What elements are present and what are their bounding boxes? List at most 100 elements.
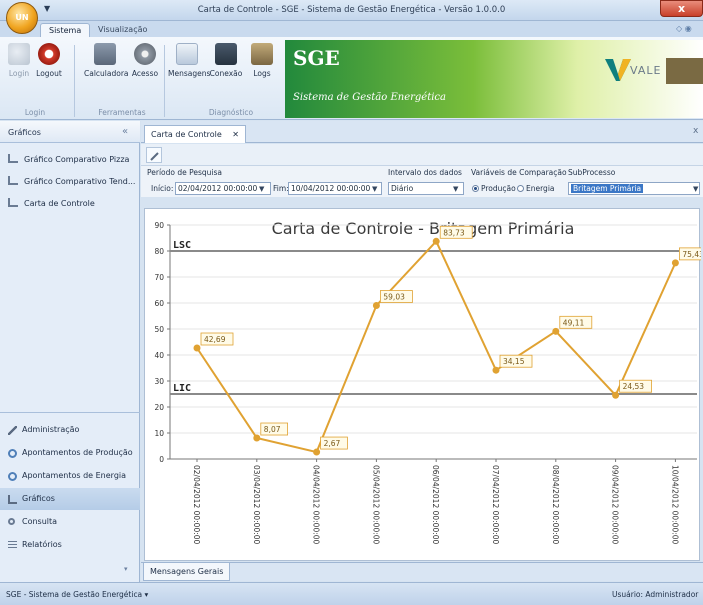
inicio-date-value: 02/04/2012 00:00:00 xyxy=(178,184,258,193)
refresh-icon xyxy=(8,449,17,458)
tab-visualizacao[interactable]: Visualização xyxy=(90,23,155,37)
nav-label: Consulta xyxy=(22,517,58,526)
data-point xyxy=(612,391,620,399)
database-icon xyxy=(251,43,273,65)
data-point xyxy=(552,327,560,335)
x-tick-label: 04/04/2012 00:00:00 xyxy=(312,465,321,545)
data-label: 24,53 xyxy=(623,382,645,391)
nav-administracao[interactable]: Administração xyxy=(0,419,140,441)
app-menu-button[interactable]: UN xyxy=(6,2,38,34)
chart-icon xyxy=(8,495,17,504)
nav-consulta[interactable]: Consulta xyxy=(0,511,140,533)
data-label: 34,15 xyxy=(503,357,525,366)
inicio-dropdown-icon[interactable]: ▼ xyxy=(259,185,264,193)
menu-item-carta-controle[interactable]: Carta de Controle xyxy=(8,195,95,213)
y-tick-label: 30 xyxy=(154,377,164,386)
vale-logo-icon xyxy=(605,59,631,81)
x-tick-label: 08/04/2012 00:00:00 xyxy=(551,465,560,545)
menu-item-grafico-tendencia[interactable]: Gráfico Comparativo Tend... xyxy=(8,173,135,191)
app-orb-label: UN xyxy=(15,13,29,22)
edit-pen-icon[interactable] xyxy=(146,147,162,163)
fim-dropdown-icon[interactable]: ▼ xyxy=(372,185,377,193)
intervalo-dropdown-icon[interactable]: ▼ xyxy=(453,185,458,193)
tab-label: Carta de Controle xyxy=(151,130,222,139)
logout-label: Logout xyxy=(36,69,62,78)
x-tick-label: 06/04/2012 00:00:00 xyxy=(431,465,440,545)
inicio-date-input[interactable]: 02/04/2012 00:00:00 xyxy=(175,182,271,195)
y-tick-label: 70 xyxy=(154,273,164,282)
calculadora-label: Calculadora xyxy=(84,69,129,78)
group-label-login: Login xyxy=(24,108,46,117)
nav-divider xyxy=(0,412,140,413)
x-tick-label: 03/04/2012 00:00:00 xyxy=(252,465,261,545)
logs-label: Logs xyxy=(253,69,271,78)
data-label: 2,67 xyxy=(324,439,341,448)
fim-date-value: 10/04/2012 00:00:00 xyxy=(291,184,371,193)
radio-energia[interactable]: Energia xyxy=(517,184,555,193)
separator xyxy=(74,45,75,117)
status-app-menu[interactable]: SGE - Sistema de Gestão Energética ▾ xyxy=(6,590,148,599)
mensagens-button[interactable]: Mensagens xyxy=(168,43,210,78)
nav-apontamentos-energia[interactable]: Apontamentos de Energia xyxy=(0,465,140,487)
key-icon xyxy=(8,43,30,65)
radio-label: Energia xyxy=(526,184,555,193)
radio-producao[interactable]: Produção xyxy=(472,184,516,193)
data-point xyxy=(253,434,261,442)
menu-item-grafico-pizza[interactable]: Gráfico Comparativo Pizza xyxy=(8,151,129,169)
logout-button[interactable]: Logout xyxy=(34,43,64,78)
refresh-icon xyxy=(8,472,17,481)
login-button[interactable]: Login xyxy=(6,43,32,78)
partner-logo xyxy=(666,58,703,84)
calculadora-button[interactable]: Calculadora xyxy=(84,43,129,78)
y-tick-label: 10 xyxy=(154,429,164,438)
x-tick-label: 10/04/2012 00:00:00 xyxy=(670,465,679,545)
y-tick-label: 40 xyxy=(154,351,164,360)
variaveis-label: Variáveis de Comparação xyxy=(471,168,567,177)
fim-date-input[interactable]: 10/04/2012 00:00:00 xyxy=(288,182,382,195)
data-point xyxy=(671,259,679,267)
tab-mensagens-gerais[interactable]: Mensagens Gerais xyxy=(143,563,231,581)
nav-apontamentos-producao[interactable]: Apontamentos de Produção xyxy=(0,442,140,464)
nav-graficos[interactable]: Gráficos xyxy=(0,488,140,510)
left-panel: Gráficos « Gráfico Comparativo Pizza Grá… xyxy=(0,121,140,582)
close-window-button[interactable]: x xyxy=(660,0,703,17)
subprocesso-value: Britagem Primária xyxy=(571,184,644,193)
collapse-panel-button[interactable]: « xyxy=(122,126,128,137)
data-point xyxy=(313,448,321,456)
quick-access-dropdown-icon[interactable]: ▼ xyxy=(44,4,50,13)
data-label: 59,03 xyxy=(383,293,405,302)
chart-icon xyxy=(8,154,18,163)
gears-icon xyxy=(134,43,156,65)
banner-title: SGE xyxy=(293,46,340,70)
help-icons[interactable]: ◇ ◉ xyxy=(676,24,692,33)
limit-label-lic: LIC xyxy=(173,383,191,394)
close-tab-icon[interactable]: ✕ xyxy=(232,130,239,139)
radio-selected-icon xyxy=(472,185,479,192)
y-tick-label: 0 xyxy=(159,455,164,464)
data-label: 49,11 xyxy=(563,318,585,327)
nav-relatorios[interactable]: Relatórios xyxy=(0,534,140,556)
left-panel-header: Gráficos xyxy=(0,121,140,143)
tab-sistema[interactable]: Sistema xyxy=(40,23,91,37)
nav-overflow-icon[interactable]: ▾ xyxy=(124,565,128,573)
intervalo-label: Intervalo dos dados xyxy=(388,168,462,177)
nav-label: Administração xyxy=(22,425,80,434)
logs-button[interactable]: Logs xyxy=(248,43,276,78)
subprocesso-label: SubProcesso xyxy=(568,168,616,177)
acesso-button[interactable]: Acesso xyxy=(130,43,160,78)
conexao-button[interactable]: Conexão xyxy=(208,43,244,78)
chart-icon xyxy=(8,176,18,185)
nav-label: Gráficos xyxy=(22,494,55,503)
subprocesso-select[interactable]: Britagem Primária xyxy=(568,182,700,195)
y-tick-label: 80 xyxy=(154,247,164,256)
subprocesso-dropdown-icon[interactable]: ▼ xyxy=(693,185,698,193)
fim-label: Fim: xyxy=(273,184,289,193)
menu-item-label: Gráfico Comparativo Tend... xyxy=(24,177,136,186)
data-point xyxy=(492,366,500,374)
report-icon xyxy=(8,541,17,550)
tab-carta-de-controle[interactable]: Carta de Controle ✕ xyxy=(144,125,246,143)
close-document-icon[interactable]: x xyxy=(693,126,698,136)
inicio-label: Início: xyxy=(151,184,174,193)
x-tick-label: 07/04/2012 00:00:00 xyxy=(491,465,500,545)
x-tick-label: 05/04/2012 00:00:00 xyxy=(371,465,380,545)
